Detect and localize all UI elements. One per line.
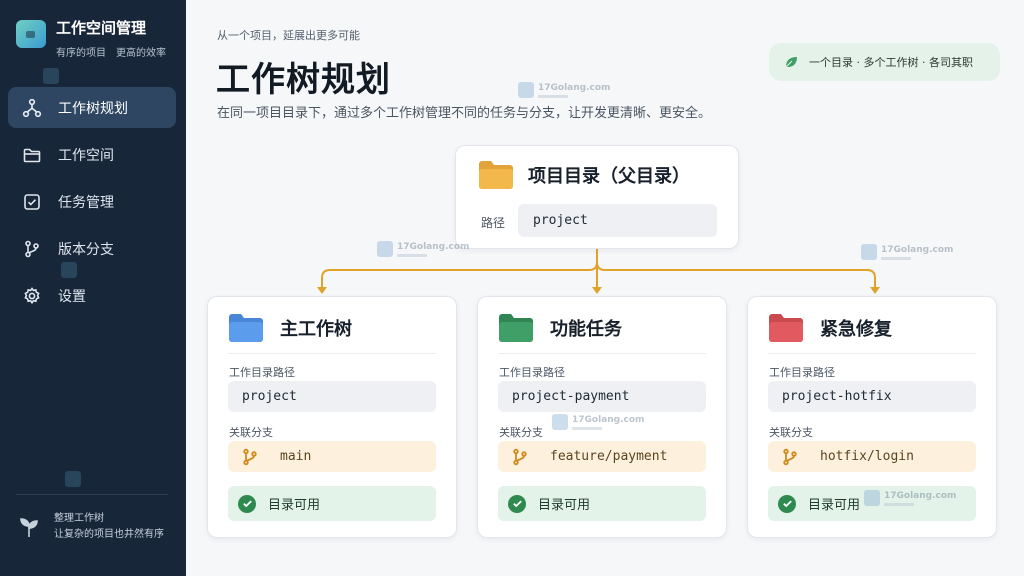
watermark-text: 17Golang.com bbox=[538, 82, 611, 93]
watermark-logo-icon bbox=[43, 68, 59, 84]
leaf-icon bbox=[785, 57, 797, 68]
sidebar-item-label: 版本分支 bbox=[58, 241, 114, 258]
path-label: 工作目录路径 bbox=[769, 366, 835, 379]
watermark-logo-icon bbox=[61, 262, 77, 278]
path-label: 工作目录路径 bbox=[229, 366, 295, 379]
watermark-logo-icon bbox=[861, 244, 877, 260]
summary-pill: 一个目录 · 多个工作树 · 各司其职 bbox=[769, 43, 1000, 81]
git-branch-icon bbox=[22, 239, 42, 259]
brand-subtitle: 有序的项目 更高的效率 bbox=[56, 48, 166, 59]
branch-label: 关联分支 bbox=[499, 426, 543, 439]
branch-field: feature/payment bbox=[498, 441, 706, 472]
git-branch-icon bbox=[783, 448, 797, 465]
divider bbox=[768, 353, 976, 354]
watermark-text: 17Golang.com bbox=[881, 244, 954, 255]
worktree-path: project-payment bbox=[498, 381, 706, 412]
watermark-logo-icon bbox=[518, 82, 534, 98]
folder-icon bbox=[22, 145, 42, 165]
folder-icon bbox=[478, 160, 514, 190]
folder-icon bbox=[768, 313, 804, 343]
folder-icon bbox=[228, 313, 264, 343]
sidebar-nav: 工作树规划 工作空间 任务管理 版本分支 设置 bbox=[8, 87, 176, 322]
parent-directory-card[interactable]: 项目目录（父目录） 路径 project bbox=[455, 145, 739, 249]
branch-name: feature/payment bbox=[550, 449, 668, 464]
watermark-logo-icon bbox=[377, 241, 393, 257]
checkbox-icon bbox=[22, 192, 42, 212]
sprout-icon bbox=[16, 513, 42, 539]
watermark-text: 17Golang.com bbox=[884, 490, 957, 501]
watermark-logo-icon bbox=[65, 471, 81, 487]
path-label: 工作目录路径 bbox=[499, 366, 565, 379]
worktree-title: 紧急修复 bbox=[820, 319, 892, 340]
watermark: 17Golang.com bbox=[518, 82, 610, 98]
app-logo-icon bbox=[16, 20, 46, 48]
check-circle-icon bbox=[778, 494, 796, 513]
watermark-logo-icon bbox=[864, 490, 880, 506]
footer-title: 整理工作树 bbox=[54, 513, 104, 524]
watermark: 17Golang.com bbox=[552, 414, 644, 430]
brand: 工作空间管理 有序的项目 更高的效率 bbox=[16, 18, 166, 59]
sidebar-item-label: 设置 bbox=[58, 288, 86, 305]
sidebar-item-label: 工作空间 bbox=[58, 147, 114, 164]
divider bbox=[498, 353, 706, 354]
branch-field: main bbox=[228, 441, 436, 472]
git-branch-icon bbox=[243, 448, 257, 465]
brand-title: 工作空间管理 bbox=[56, 19, 147, 37]
gear-icon bbox=[22, 286, 42, 306]
folder-icon bbox=[498, 313, 534, 343]
watermark-logo-icon bbox=[552, 414, 568, 430]
sidebar-item-tasks[interactable]: 任务管理 bbox=[8, 181, 176, 222]
sidebar-item-label: 工作树规划 bbox=[58, 100, 128, 117]
branch-field: hotfix/login bbox=[768, 441, 976, 472]
page-eyebrow: 从一个项目，延展出更多可能 bbox=[217, 29, 360, 42]
page-description: 在同一项目目录下，通过多个工作树管理不同的任务与分支，让开发更清晰、更安全。 bbox=[217, 106, 712, 121]
summary-pill-text: 一个目录 · 多个工作树 · 各司其职 bbox=[809, 56, 973, 69]
worktree-title: 主工作树 bbox=[280, 319, 352, 340]
branch-label: 关联分支 bbox=[229, 426, 273, 439]
git-branch-icon bbox=[513, 448, 527, 465]
divider bbox=[228, 353, 436, 354]
tree-nodes-icon bbox=[22, 98, 42, 118]
branch-label: 关联分支 bbox=[769, 426, 813, 439]
sidebar-item-worktree-plan[interactable]: 工作树规划 bbox=[8, 87, 176, 128]
status-badge: 目录可用 bbox=[498, 486, 706, 521]
path-label: 路径 bbox=[481, 216, 506, 230]
sidebar-item-workspace[interactable]: 工作空间 bbox=[8, 134, 176, 175]
page-title: 工作树规划 bbox=[216, 60, 391, 100]
sidebar-item-settings[interactable]: 设置 bbox=[8, 275, 176, 316]
status-text: 目录可用 bbox=[538, 498, 591, 513]
footer-subtitle: 让复杂的项目也井然有序 bbox=[54, 529, 164, 540]
watermark-text: 17Golang.com bbox=[572, 414, 645, 425]
watermark: 17Golang.com bbox=[377, 241, 469, 257]
sidebar: 工作空间管理 有序的项目 更高的效率 工作树规划 工作空间 任务管理 版本分支 … bbox=[0, 0, 186, 576]
watermark: 17Golang.com bbox=[861, 244, 953, 260]
branch-name: hotfix/login bbox=[820, 449, 914, 464]
sidebar-item-branches[interactable]: 版本分支 bbox=[8, 228, 176, 269]
sidebar-item-label: 任务管理 bbox=[58, 194, 114, 211]
sidebar-footer: 整理工作树 让复杂的项目也井然有序 bbox=[16, 494, 168, 543]
parent-title: 项目目录（父目录） bbox=[528, 166, 690, 187]
watermark: 17Golang.com bbox=[864, 490, 956, 506]
check-circle-icon bbox=[508, 494, 526, 513]
worktree-path: project-hotfix bbox=[768, 381, 976, 412]
branch-name: main bbox=[280, 449, 312, 464]
status-text: 目录可用 bbox=[808, 498, 861, 513]
worktree-card-main[interactable]: 主工作树 工作目录路径 project 关联分支 main 目录可用 bbox=[207, 296, 457, 538]
watermark-text: 17Golang.com bbox=[397, 241, 470, 252]
path-value: project bbox=[518, 204, 717, 237]
worktree-path: project bbox=[228, 381, 436, 412]
check-circle-icon bbox=[238, 494, 256, 513]
status-text: 目录可用 bbox=[268, 498, 321, 513]
status-badge: 目录可用 bbox=[228, 486, 436, 521]
worktree-title: 功能任务 bbox=[550, 319, 622, 340]
